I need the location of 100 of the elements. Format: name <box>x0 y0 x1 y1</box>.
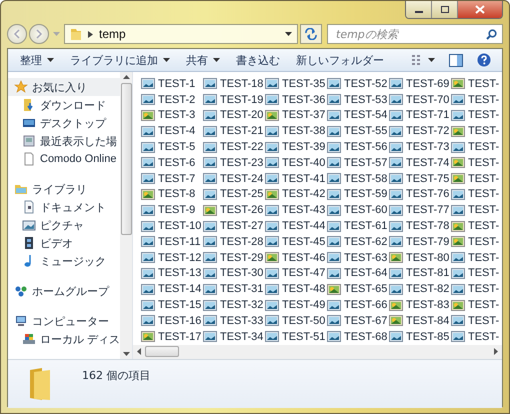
file-item[interactable]: TEST-5 <box>141 139 203 155</box>
file-item[interactable]: TEST- <box>451 170 502 187</box>
file-item[interactable]: TEST-52 <box>327 76 389 92</box>
file-item[interactable]: TEST-8 <box>141 186 203 202</box>
file-item[interactable]: TEST-6 <box>141 154 203 171</box>
file-item[interactable]: TEST-54 <box>327 108 389 124</box>
scrollbar[interactable] <box>133 344 502 359</box>
file-item[interactable]: TEST-38 <box>265 123 327 140</box>
file-item[interactable]: TEST-32 <box>203 297 265 313</box>
file-item[interactable]: TEST-50 <box>265 312 327 329</box>
file-item[interactable]: TEST-69 <box>389 76 451 92</box>
file-item[interactable]: TEST-10 <box>141 218 203 234</box>
file-item[interactable]: TEST-68 <box>327 328 389 345</box>
file-item[interactable]: TEST-71 <box>389 108 451 124</box>
file-item[interactable]: TEST- <box>451 312 502 329</box>
file-item[interactable]: TEST-13 <box>141 266 203 282</box>
file-item[interactable]: TEST-15 <box>141 297 203 313</box>
file-item[interactable]: TEST-62 <box>327 234 389 250</box>
file-item[interactable]: TEST-27 <box>203 218 265 234</box>
toolbar-button[interactable]: 新しいフォルダー <box>288 49 392 71</box>
file-item[interactable]: TEST-49 <box>265 297 327 313</box>
scroll-left-arrow-icon[interactable] <box>137 348 141 356</box>
file-item[interactable]: TEST-63 <box>327 250 389 266</box>
file-item[interactable]: TEST-42 <box>265 186 327 202</box>
file-item[interactable]: TEST-34 <box>203 328 265 345</box>
file-item[interactable]: TEST- <box>451 139 502 155</box>
file-item[interactable]: TEST- <box>451 154 502 171</box>
file-item[interactable]: TEST-75 <box>389 170 451 187</box>
file-item[interactable]: TEST-64 <box>327 266 389 282</box>
nav-item[interactable]: コンピューター <box>8 312 120 330</box>
file-item[interactable]: TEST-81 <box>389 266 451 282</box>
file-item[interactable]: TEST-78 <box>389 218 451 234</box>
file-item[interactable]: TEST-26 <box>203 202 265 218</box>
scroll-right-arrow-icon[interactable] <box>494 348 498 356</box>
file-item[interactable]: TEST-17 <box>141 328 203 345</box>
file-item[interactable]: TEST-33 <box>203 312 265 329</box>
path-text[interactable]: temp <box>99 27 126 41</box>
file-item[interactable]: TEST-25 <box>203 186 265 202</box>
file-item[interactable]: TEST-3 <box>141 108 203 124</box>
forward-button[interactable] <box>29 24 49 44</box>
nav-item[interactable]: 最近表示した場 <box>8 132 120 150</box>
file-item[interactable]: TEST-58 <box>327 170 389 187</box>
nav-item[interactable]: ドキュメント <box>8 198 120 216</box>
file-item[interactable]: TEST-30 <box>203 266 265 282</box>
file-item[interactable]: TEST-83 <box>389 297 451 313</box>
refresh-button[interactable] <box>300 24 322 44</box>
file-item[interactable]: TEST- <box>451 202 502 218</box>
file-item[interactable]: TEST-77 <box>389 202 451 218</box>
file-item[interactable]: TEST-79 <box>389 234 451 250</box>
address-bar[interactable]: temp <box>64 24 298 44</box>
nav-item[interactable]: お気に入り <box>8 78 120 96</box>
file-item[interactable]: TEST- <box>451 92 502 108</box>
file-item[interactable]: TEST- <box>451 218 502 234</box>
file-item[interactable]: TEST-74 <box>389 154 451 171</box>
nav-item[interactable]: ピクチャ <box>8 216 120 234</box>
file-item[interactable]: TEST- <box>451 123 502 140</box>
file-item[interactable]: TEST-51 <box>265 328 327 345</box>
file-item[interactable]: TEST-1 <box>141 76 203 92</box>
file-item[interactable]: TEST-37 <box>265 108 327 124</box>
file-item[interactable]: TEST-76 <box>389 186 451 202</box>
file-item[interactable]: TEST- <box>451 297 502 313</box>
file-item[interactable]: TEST-16 <box>141 312 203 329</box>
file-item[interactable]: TEST-2 <box>141 92 203 108</box>
search-field[interactable]: tempの検索 <box>327 24 503 44</box>
file-item[interactable]: TEST-28 <box>203 234 265 250</box>
file-item[interactable]: TEST-20 <box>203 108 265 124</box>
maximize-button[interactable] <box>432 1 458 18</box>
file-item[interactable]: TEST-9 <box>141 202 203 218</box>
file-item[interactable]: TEST- <box>451 234 502 250</box>
toolbar-button[interactable]: 書き込む <box>228 49 288 71</box>
file-item[interactable]: TEST-55 <box>327 123 389 140</box>
file-item[interactable]: TEST-44 <box>265 218 327 234</box>
file-item[interactable]: TEST-72 <box>389 123 451 140</box>
file-item[interactable]: TEST-21 <box>203 123 265 140</box>
file-item[interactable]: TEST-18 <box>203 76 265 92</box>
file-item[interactable]: TEST-82 <box>389 281 451 298</box>
nav-item[interactable]: ローカル ディス <box>8 330 120 348</box>
file-item[interactable]: TEST-59 <box>327 186 389 202</box>
minimize-button[interactable] <box>406 1 432 18</box>
file-item[interactable]: TEST-73 <box>389 139 451 155</box>
toolbar-button[interactable]: ライブラリに追加 <box>62 49 178 71</box>
file-item[interactable]: TEST- <box>451 328 502 345</box>
file-item[interactable]: TEST-61 <box>327 218 389 234</box>
scroll-up-arrow-icon[interactable] <box>122 75 130 79</box>
breadcrumb-arrow-icon[interactable] <box>88 30 93 38</box>
caret-icon[interactable] <box>285 32 292 36</box>
file-item[interactable]: TEST-80 <box>389 250 451 266</box>
file-item[interactable]: TEST-35 <box>265 76 327 92</box>
nav-item[interactable]: ホームグループ <box>8 282 120 300</box>
nav-item[interactable]: デスクトップ <box>8 114 120 132</box>
nav-item[interactable]: ビデオ <box>8 234 120 252</box>
file-item[interactable]: TEST- <box>451 76 502 92</box>
file-item[interactable]: TEST-46 <box>265 250 327 266</box>
toolbar-button[interactable]: 共有 <box>178 49 228 71</box>
file-item[interactable]: TEST-70 <box>389 92 451 108</box>
file-item[interactable]: TEST- <box>451 186 502 202</box>
file-item[interactable]: TEST- <box>451 266 502 282</box>
close-button[interactable] <box>458 1 502 18</box>
file-item[interactable]: TEST-60 <box>327 202 389 218</box>
file-item[interactable]: TEST-11 <box>141 234 203 250</box>
